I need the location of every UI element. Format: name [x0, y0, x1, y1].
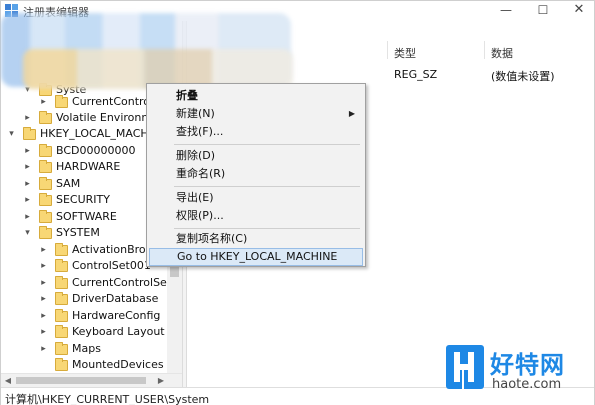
menu-item-collapse[interactable]: 折叠	[149, 87, 363, 105]
menu-separator	[174, 144, 360, 145]
value-type-cell[interactable]: REG_SZ	[394, 68, 437, 81]
tree-item[interactable]: ▸ Maps	[1, 341, 167, 357]
folder-icon	[39, 210, 52, 223]
chevron-right-icon[interactable]: ▸	[23, 192, 32, 208]
folder-icon	[55, 292, 68, 305]
menu-item-label: 导出(E)	[176, 191, 214, 204]
folder-icon	[55, 243, 68, 256]
chevron-right-icon[interactable]: ▸	[39, 324, 48, 340]
chevron-right-icon[interactable]: ▸	[39, 94, 48, 110]
tree-item-label: CurrentControlSet	[72, 276, 172, 289]
folder-icon	[55, 325, 68, 338]
scrollbar-thumb[interactable]	[16, 377, 146, 384]
menu-separator	[174, 186, 360, 187]
tree-item-label: MountedDevices	[72, 358, 164, 371]
registry-editor-window: 注册表编辑器 — ☐ ✕ ▾ Syste ▸ CurrentControlS ▸…	[0, 0, 595, 405]
column-divider[interactable]	[484, 41, 485, 59]
menu-item-copy-key-name[interactable]: 复制项名称(C)	[149, 230, 363, 248]
folder-icon	[55, 342, 68, 355]
tree-item-label: BCD00000000	[56, 144, 136, 157]
tree-item-label: SOFTWARE	[56, 210, 117, 223]
chevron-right-icon[interactable]: ▸	[39, 291, 48, 307]
tree-item-label: SECURITY	[56, 193, 110, 206]
scroll-left-icon[interactable]: ◀	[1, 374, 15, 388]
tree-item[interactable]: ▸ Keyboard Layout	[1, 324, 167, 340]
tree-item-label: DriverDatabase	[72, 292, 159, 305]
column-header-data[interactable]: 数据	[491, 45, 513, 61]
chevron-right-icon[interactable]: ▸	[23, 209, 32, 225]
chevron-right-icon[interactable]: ▸	[39, 275, 48, 291]
tree-item-label: Keyboard Layout	[72, 325, 165, 338]
tree-item[interactable]: ▸ ControlSet001	[1, 258, 167, 274]
menu-item-delete[interactable]: 删除(D)	[149, 147, 363, 165]
chevron-down-icon[interactable]: ▾	[23, 225, 32, 241]
chevron-right-icon[interactable]: ▸	[39, 242, 48, 258]
chevron-right-icon[interactable]: ▸	[23, 159, 32, 175]
context-menu: 折叠 新建(N) ▶ 查找(F)... 删除(D) 重命名(R) 导出(E) 权…	[146, 83, 366, 267]
folder-icon	[39, 160, 52, 173]
site-watermark: 好特网 haote.com	[446, 345, 595, 395]
status-path: 计算机\HKEY_CURRENT_USER\System	[5, 393, 210, 405]
tree-item-label: HardwareConfig	[72, 309, 161, 322]
menu-item-label: 复制项名称(C)	[176, 232, 248, 245]
folder-icon	[39, 144, 52, 157]
menu-item-label: 新建(N)	[176, 107, 215, 120]
menu-item-find[interactable]: 查找(F)...	[149, 123, 363, 141]
close-button[interactable]: ✕	[564, 1, 594, 21]
tree-item-label: ControlSet001	[72, 259, 151, 272]
tree-item-label: SAM	[56, 177, 81, 190]
folder-icon	[39, 226, 52, 239]
haote-logo-icon	[446, 345, 484, 389]
submenu-arrow-icon: ▶	[348, 109, 355, 118]
folder-icon	[39, 193, 52, 206]
folder-icon	[23, 127, 36, 140]
tree-item[interactable]: ▸ ActivationBroke	[1, 242, 167, 258]
menu-separator	[174, 228, 360, 229]
chevron-right-icon[interactable]: ▸	[23, 176, 32, 192]
column-header-type[interactable]: 类型	[394, 45, 416, 61]
tree-item-label: Volatile Environme	[56, 111, 159, 124]
chevron-right-icon[interactable]: ▸	[39, 341, 48, 357]
folder-icon	[39, 111, 52, 124]
minimize-button[interactable]: —	[491, 1, 521, 21]
tree-item-label: SYSTEM	[56, 226, 100, 239]
chevron-right-icon[interactable]: ▸	[23, 143, 32, 159]
tree-item-label: HARDWARE	[56, 160, 121, 173]
menu-item-label: 折叠	[176, 89, 198, 102]
menu-item-export[interactable]: 导出(E)	[149, 189, 363, 207]
chevron-right-icon[interactable]: ▸	[39, 308, 48, 324]
column-divider[interactable]	[387, 41, 388, 59]
menu-item-goto-hklm[interactable]: Go to HKEY_LOCAL_MACHINE	[149, 248, 363, 266]
maximize-button[interactable]: ☐	[528, 1, 558, 21]
folder-icon	[55, 309, 68, 322]
folder-icon	[55, 358, 68, 371]
value-data-cell[interactable]: (数值未设置)	[491, 68, 555, 84]
watermark-name: 好特网	[490, 351, 565, 379]
folder-icon	[39, 177, 52, 190]
menu-item-label: Go to HKEY_LOCAL_MACHINE	[177, 250, 338, 263]
menu-item-permissions[interactable]: 权限(P)...	[149, 207, 363, 225]
folder-icon	[55, 95, 68, 108]
tree-item[interactable]: MountedDevices	[1, 357, 167, 373]
chevron-right-icon[interactable]	[39, 357, 48, 373]
menu-item-label: 重命名(R)	[176, 167, 226, 180]
menu-item-label: 权限(P)...	[176, 209, 224, 222]
tree-item[interactable]: ▸ CurrentControlSet	[1, 275, 171, 291]
folder-icon	[55, 276, 68, 289]
menu-item-new[interactable]: 新建(N) ▶	[149, 105, 363, 123]
chevron-down-icon[interactable]: ▾	[7, 126, 16, 142]
tree-horizontal-scrollbar[interactable]: ◀ ▶	[1, 373, 182, 387]
menu-item-label: 查找(F)...	[176, 125, 224, 138]
folder-icon	[55, 259, 68, 272]
scroll-right-icon[interactable]: ▶	[154, 374, 168, 388]
watermark-domain: haote.com	[492, 377, 562, 392]
tree-item[interactable]: ▸ HardwareConfig	[1, 308, 167, 324]
chevron-right-icon[interactable]: ▸	[39, 258, 48, 274]
tree-item-label: HKEY_LOCAL_MACHIN	[40, 127, 161, 140]
tree-item[interactable]: ▸ DriverDatabase	[1, 291, 167, 307]
menu-item-rename[interactable]: 重命名(R)	[149, 165, 363, 183]
chevron-right-icon[interactable]: ▸	[23, 110, 32, 126]
tree-item-label: Maps	[72, 342, 101, 355]
menu-item-label: 删除(D)	[176, 149, 216, 162]
